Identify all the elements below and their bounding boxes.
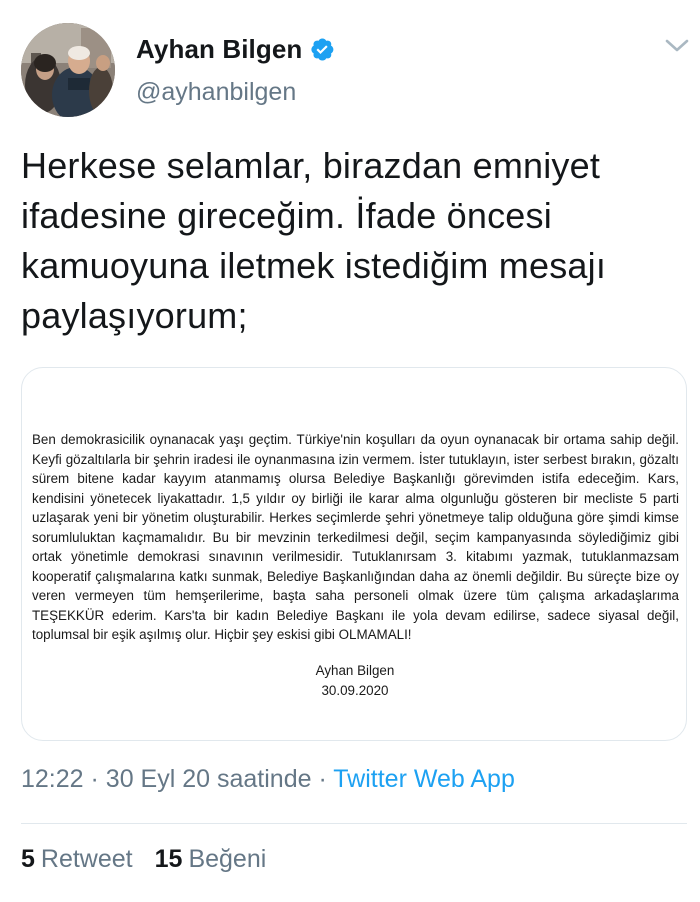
attached-image[interactable]: Ben demokrasicilik oynanacak yaşı geçtim… <box>21 367 687 741</box>
letter-signature-date: 30.09.2020 <box>321 683 389 698</box>
retweet-count: 5 <box>21 845 35 873</box>
tweet-stats: 5 Retweet 15 Beğeni <box>21 845 288 874</box>
profile-photo-icon <box>21 23 115 117</box>
tweet-meta: 12:22 · 30 Eyl 20 saatinde · Twitter Web… <box>21 765 515 794</box>
tweet-text: Herkese selamlar, birazdan emniyet ifade… <box>21 145 607 336</box>
tweet-time[interactable]: 12:22 <box>21 765 84 793</box>
chevron-down-icon[interactable] <box>664 36 690 56</box>
tweet-date[interactable]: 30 Eyl 20 saatinde <box>106 765 312 793</box>
tweet-source-link[interactable]: Twitter Web App <box>333 765 515 793</box>
avatar[interactable] <box>21 23 115 117</box>
like-stat[interactable]: 15 Beğeni <box>155 845 267 874</box>
like-label: Beğeni <box>188 845 267 873</box>
letter-body-text: Ben demokrasicilik oynanacak yaşı geçtim… <box>32 432 679 642</box>
tweet-header: Ayhan Bilgen @ayhanbilgen <box>0 0 700 130</box>
like-count: 15 <box>154 845 183 873</box>
divider <box>21 823 687 824</box>
letter-signature-name: Ayhan Bilgen <box>315 663 395 678</box>
verified-badge-icon <box>309 36 335 62</box>
letter-signature: Ayhan Bilgen 30.09.2020 <box>22 661 686 701</box>
author-handle[interactable]: @ayhanbilgen <box>136 78 296 107</box>
meta-separator: · <box>318 765 327 793</box>
retweet-label: Retweet <box>40 845 133 873</box>
meta-separator: · <box>90 765 99 793</box>
retweet-stat[interactable]: 5 Retweet <box>21 845 133 874</box>
author-display-name[interactable]: Ayhan Bilgen <box>136 34 302 65</box>
author-name-row[interactable]: Ayhan Bilgen <box>136 32 335 66</box>
